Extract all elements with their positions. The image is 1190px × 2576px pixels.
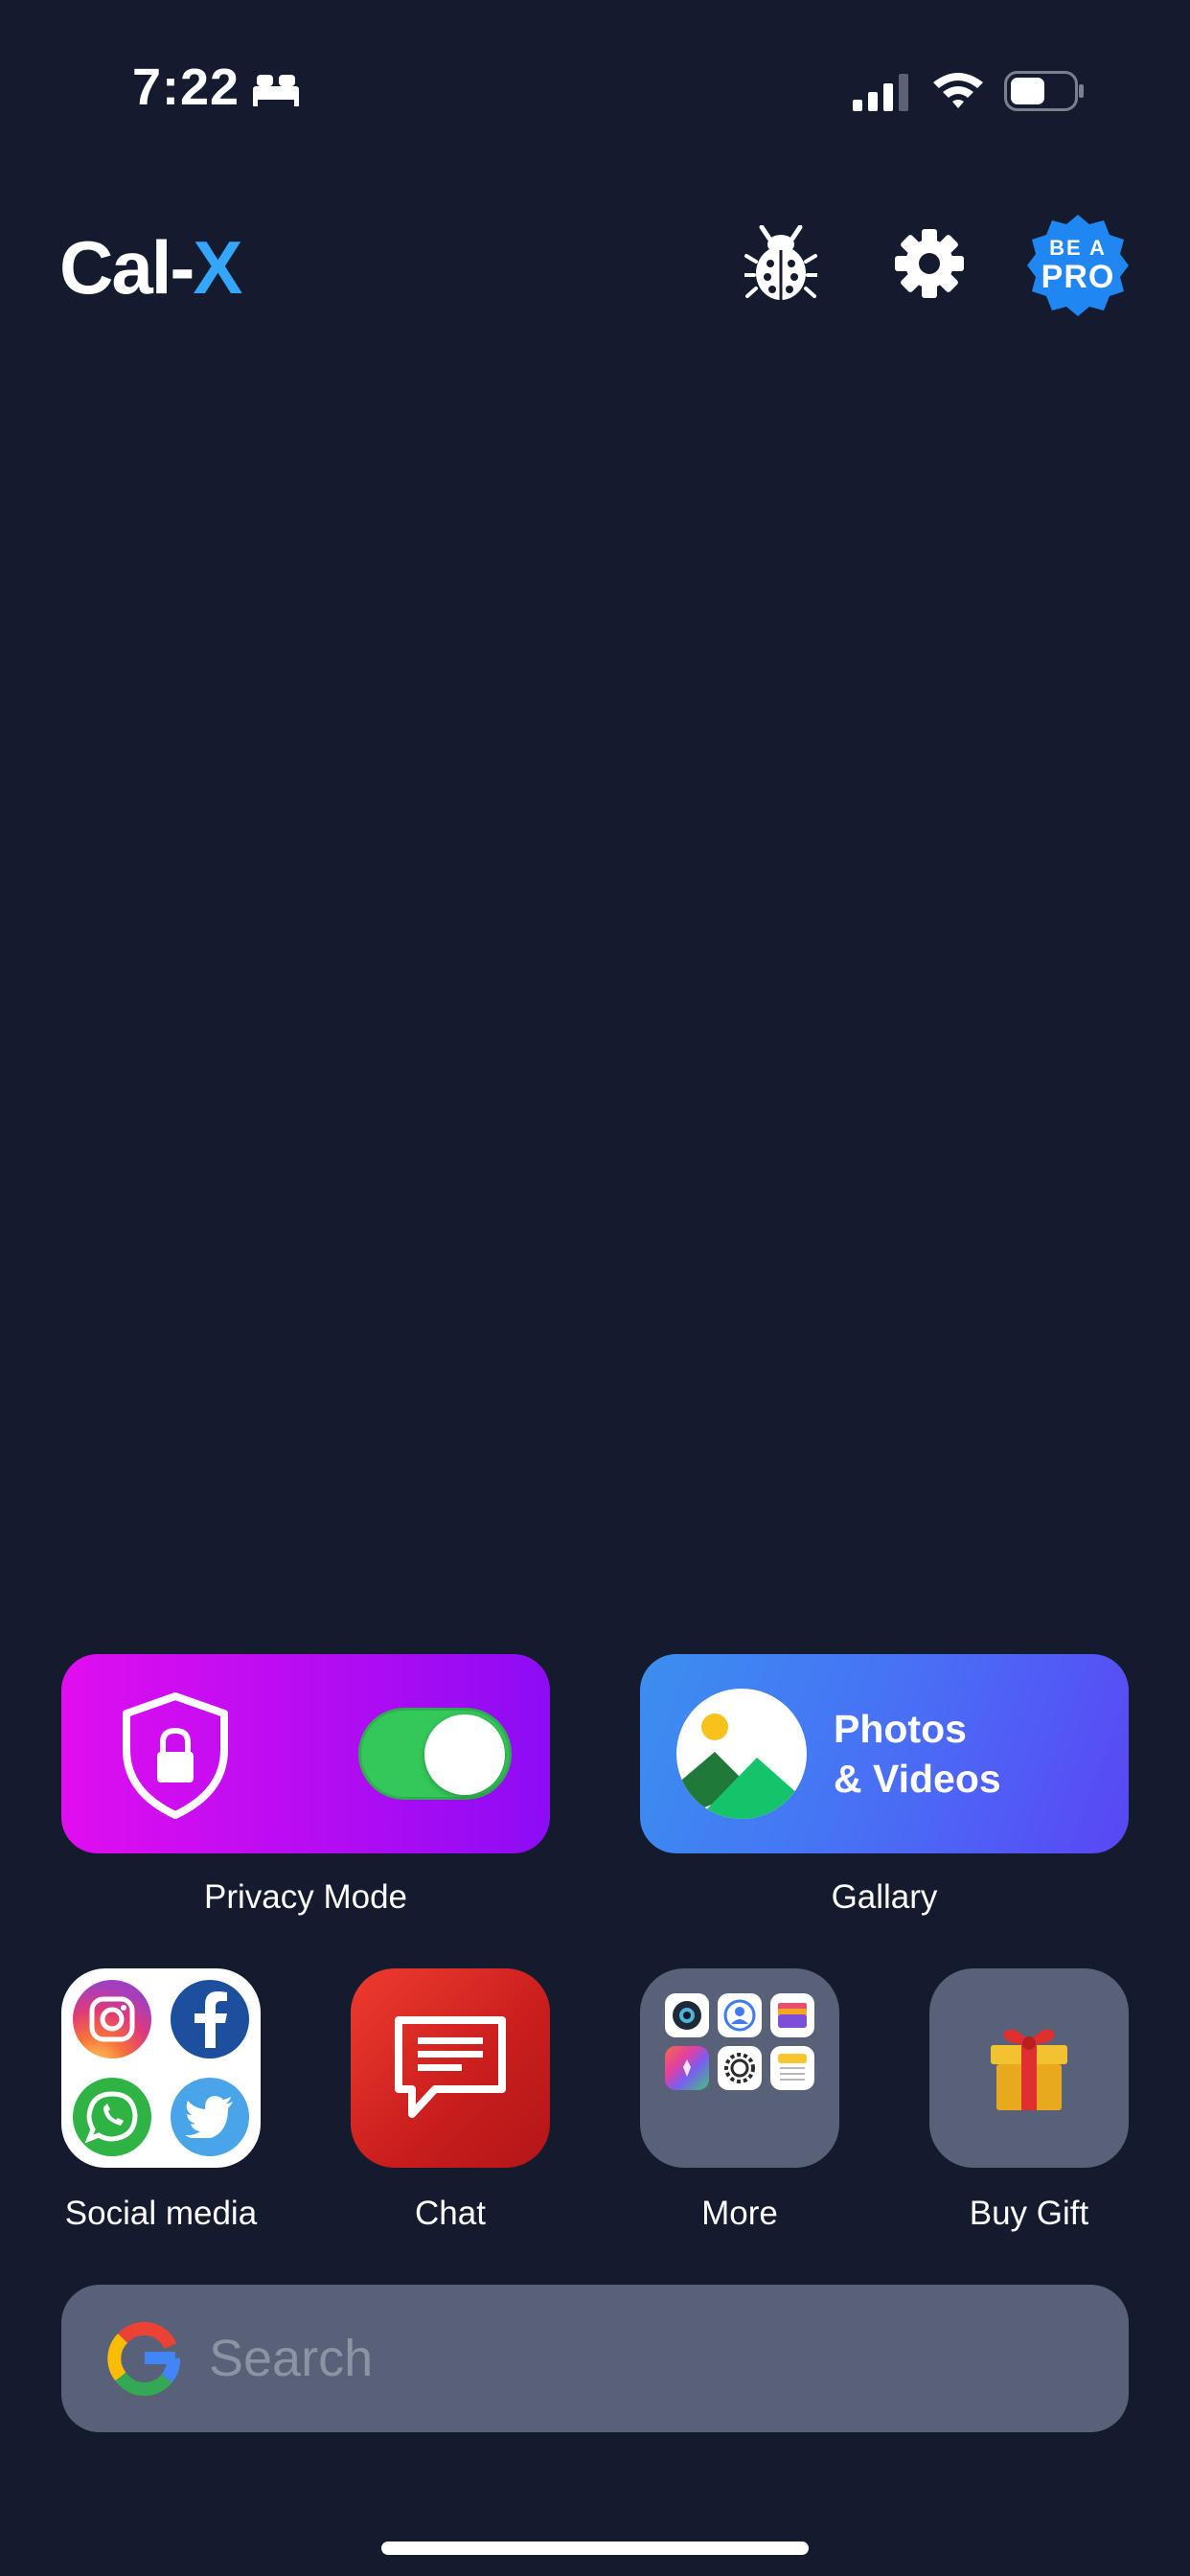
status-time: 7:22	[132, 58, 240, 116]
signal-icon	[853, 74, 908, 111]
social-media-label: Social media	[64, 2195, 258, 2232]
google-icon	[107, 2321, 180, 2396]
pro-badge-line1: BE A	[1049, 236, 1107, 260]
search-input[interactable]	[209, 2313, 1071, 2404]
pro-badge-text: BE A PRO	[1041, 236, 1115, 295]
gallery-title-line2: & Videos	[834, 1757, 1001, 1801]
privacy-mode-widget[interactable]	[61, 1654, 550, 1853]
whatsapp-icon	[73, 2078, 151, 2156]
more-label: More	[701, 2195, 778, 2232]
gallery-title-line1: Photos	[834, 1707, 967, 1751]
notes-app-icon	[770, 2046, 814, 2090]
gallery-photo-icon	[676, 1689, 807, 1819]
camera-app-icon	[665, 1993, 709, 2037]
logo-main: Cal-	[59, 225, 195, 310]
gallery-widget[interactable]: Photos & Videos	[640, 1654, 1129, 1853]
instagram-icon	[73, 1980, 151, 2058]
buy-gift-label: Buy Gift	[969, 2195, 1089, 2232]
bug-report-button[interactable]	[738, 220, 824, 307]
toggle-knob	[424, 1714, 505, 1795]
gift-icon	[991, 2029, 1067, 2110]
twitter-icon	[171, 2078, 249, 2156]
chat-icon	[395, 2016, 506, 2118]
home-screen: 7:22 Cal-X BE A PRO Privacy Mode Photos …	[0, 0, 1190, 2576]
gear-icon	[895, 229, 964, 298]
be-a-pro-button[interactable]: BE A PRO	[1025, 213, 1131, 318]
battery-icon	[1004, 71, 1084, 111]
settings-app-icon	[718, 2046, 762, 2090]
privacy-mode-label: Privacy Mode	[203, 1878, 408, 1916]
logo-accent: X	[193, 225, 242, 310]
shield-lock-icon	[123, 1692, 228, 1819]
wallet-app-icon	[770, 1993, 814, 2037]
google-search-bar[interactable]	[61, 2285, 1129, 2432]
settings-button[interactable]	[886, 220, 973, 307]
gallery-label: Gallary	[831, 1878, 938, 1916]
buy-gift-app[interactable]	[929, 1968, 1129, 2168]
wifi-icon	[933, 73, 983, 108]
app-logo: Cal-X	[59, 224, 242, 310]
bug-icon	[744, 225, 817, 300]
facebook-icon	[171, 1980, 249, 2058]
home-indicator[interactable]	[381, 2542, 809, 2555]
chat-app[interactable]	[351, 1968, 550, 2168]
privacy-mode-toggle[interactable]	[358, 1708, 512, 1800]
chat-label: Chat	[415, 2195, 486, 2232]
social-media-folder[interactable]	[61, 1968, 261, 2168]
contacts-app-icon	[718, 1993, 762, 2037]
sleep-icon	[253, 75, 299, 106]
more-folder[interactable]	[640, 1968, 839, 2168]
photos-app-icon	[665, 2046, 709, 2090]
pro-badge-line2: PRO	[1041, 259, 1115, 295]
gallery-title: Photos & Videos	[834, 1704, 1001, 1804]
